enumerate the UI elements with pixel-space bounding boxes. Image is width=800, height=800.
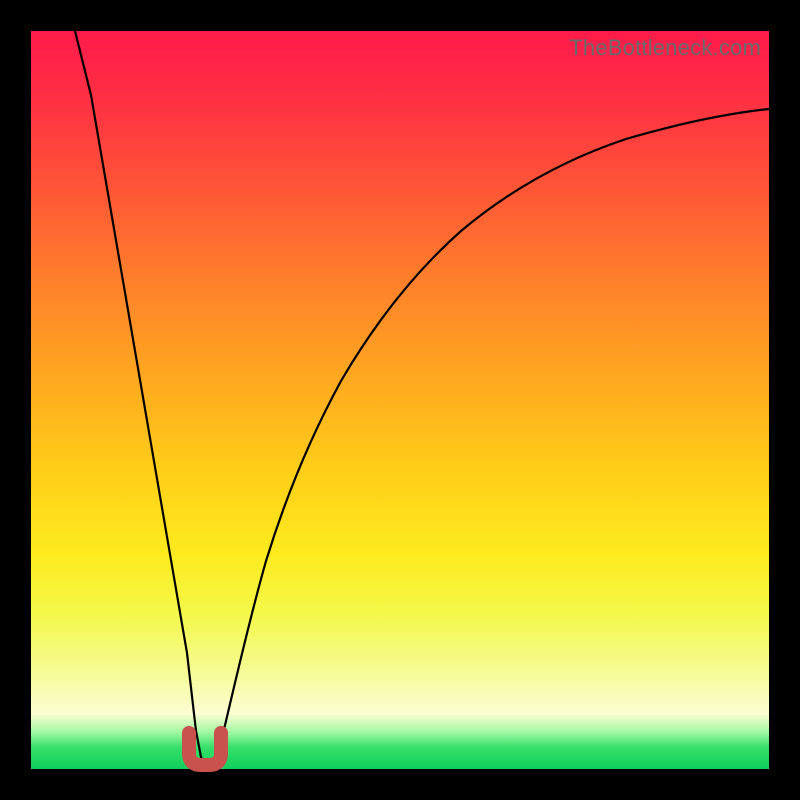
bottleneck-curve <box>31 31 769 769</box>
curve-right-branch <box>206 109 769 766</box>
curve-left-branch <box>75 31 206 766</box>
u-marker <box>189 733 221 765</box>
chart-plot-area: TheBottleneck.com <box>31 31 769 769</box>
